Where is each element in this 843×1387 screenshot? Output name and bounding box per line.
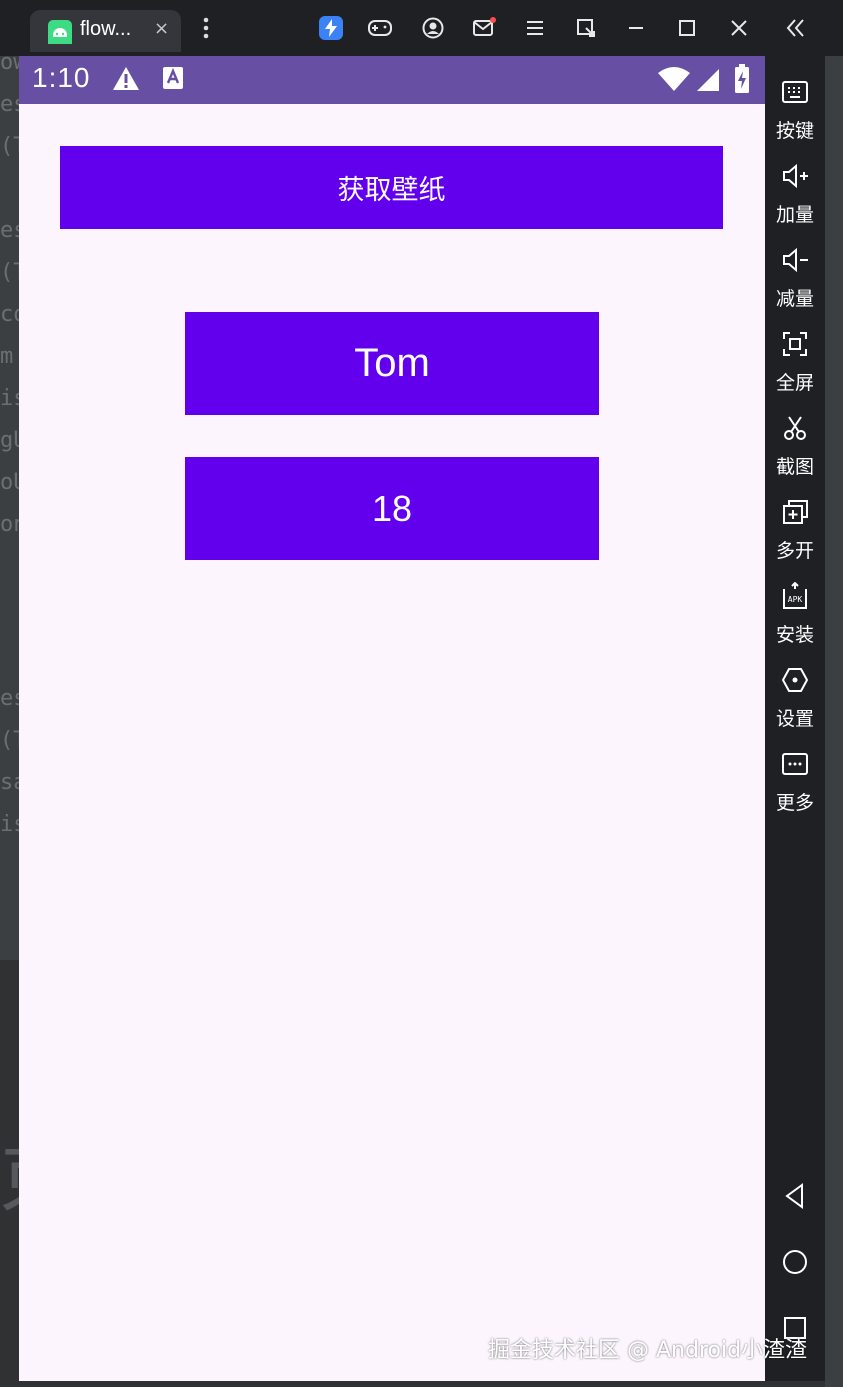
get-wallpaper-button[interactable]: 获取壁纸 [60,146,723,229]
sidebar-item-fullscreen[interactable]: 全屏 [765,330,825,414]
more-icon [781,750,809,778]
sidebar-item-label: 全屏 [775,372,814,394]
svg-text:APK: APK [788,595,803,604]
sidebar-item-label: 按键 [775,120,814,142]
sidebar-item-label: 更多 [775,792,814,814]
back-nav-icon[interactable] [781,1182,809,1210]
sidebar-item-label: 设置 [775,708,814,730]
battery-charging-icon [734,64,750,98]
volume-up-icon [781,162,809,190]
watermark-text: 掘金技术社区 @ Android小渣渣 [488,1338,808,1363]
app-tab[interactable]: flow... × [30,10,181,52]
sidebar-item-label: 加量 [775,204,814,226]
keyboard-icon [781,78,809,106]
apk-install-icon: APK [781,581,809,610]
sidebar-item-multi-instance[interactable]: 多开 [765,498,825,582]
fullscreen-icon [781,330,809,358]
sidebar-item-label: 截图 [775,456,814,478]
sidebar-item-more[interactable]: 更多 [765,750,825,834]
mail-icon[interactable] [470,14,498,42]
keyboard-a-icon [162,66,184,94]
account-icon[interactable] [419,14,447,42]
sidebar-item-label: 减量 [775,288,814,310]
status-time: 1:10 [32,62,91,93]
warning-icon [112,66,140,96]
tab-close-icon[interactable]: × [154,18,169,39]
minimize-icon[interactable] [622,14,650,42]
android-app-icon [48,20,72,44]
name-button[interactable]: Tom [185,312,599,415]
android-status-bar: 1:10 [19,56,765,104]
multi-instance-icon [781,498,809,526]
age-button[interactable]: 18 [185,457,599,560]
sidebar-item-keys[interactable]: 按键 [765,78,825,162]
menu-icon[interactable] [521,14,549,42]
kebab-menu-icon[interactable] [192,14,220,42]
collapse-sidebar-icon[interactable] [780,14,810,42]
screen-rotate-icon[interactable] [572,14,600,42]
maximize-icon[interactable] [673,14,701,42]
wifi-icon [657,66,691,96]
cellular-signal-icon [696,68,720,96]
close-window-icon[interactable] [725,14,753,42]
phone-screen: 1:10 获取壁纸 Tom 18 [19,56,765,1381]
scissors-icon [781,414,809,442]
sidebar-item-volume-down[interactable]: 减量 [765,246,825,330]
sidebar-item-label: 安装 [775,624,814,646]
sidebar-item-install[interactable]: APK 安装 [765,581,825,666]
gamepad-icon[interactable] [366,14,394,42]
home-nav-icon[interactable] [781,1248,809,1276]
tab-title: flow... [80,18,132,40]
boost-icon[interactable] [317,14,345,42]
sidebar-item-screenshot[interactable]: 截图 [765,414,825,498]
sidebar-item-settings[interactable]: 设置 [765,666,825,750]
emulator-titlebar: flow... × [0,0,843,56]
sidebar-item-volume-up[interactable]: 加量 [765,162,825,246]
volume-down-icon [781,246,809,274]
sidebar-item-label: 多开 [775,540,814,562]
settings-icon [781,666,809,694]
window-edge [825,56,843,1387]
emulator-sidebar: 按键 加量 减量 全屏 截图 多开 APK 安装 设置 更多 [765,56,825,1381]
